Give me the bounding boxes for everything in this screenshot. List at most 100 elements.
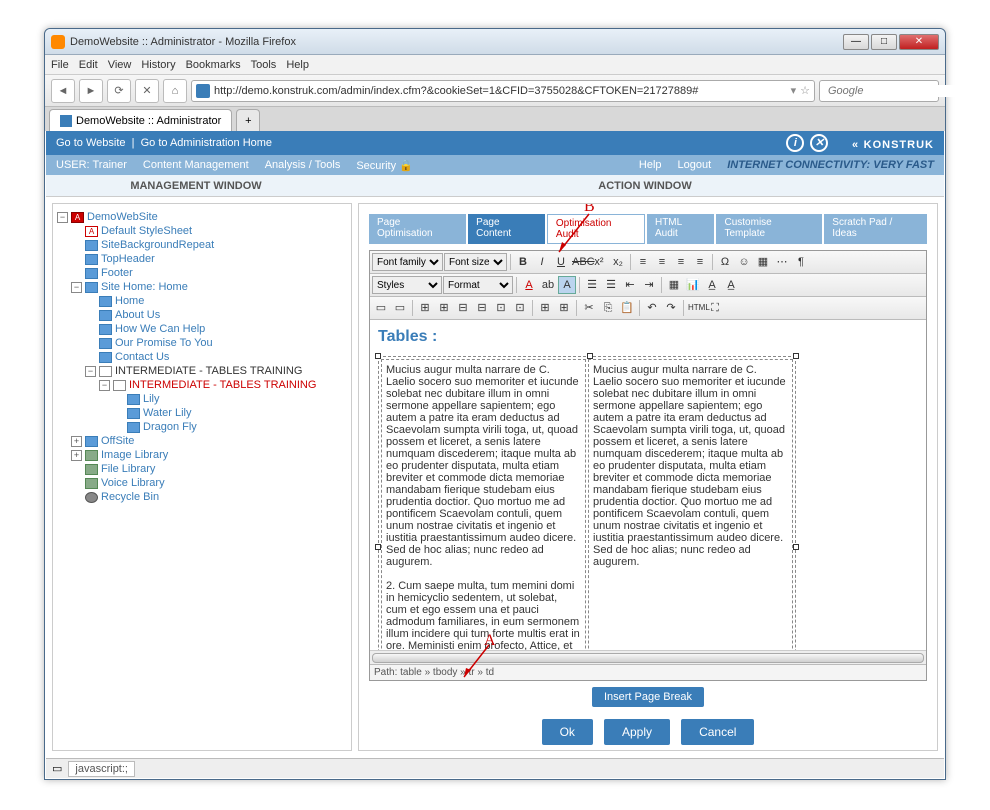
bookmark-star-icon[interactable]: ☆ — [800, 84, 810, 97]
menu-help[interactable]: Help — [286, 59, 309, 71]
emoji-button[interactable]: ☺ — [735, 253, 753, 271]
html-button[interactable]: HTML — [687, 299, 705, 317]
close-button[interactable]: ✕ — [899, 34, 939, 50]
tb-4[interactable]: ⊞ — [435, 299, 453, 317]
tb-3[interactable]: ⊞ — [416, 299, 434, 317]
align-center-button[interactable]: ≡ — [653, 253, 671, 271]
tree-item[interactable]: TopHeader — [71, 252, 347, 266]
tree-item[interactable]: Water Lily — [113, 406, 347, 420]
apply-button[interactable]: Apply — [604, 719, 670, 745]
tb-1[interactable]: ▭ — [372, 299, 390, 317]
ol-button[interactable]: ☰ — [602, 276, 620, 294]
forward-button[interactable]: ► — [79, 79, 103, 103]
go-to-website-link[interactable]: Go to Website — [56, 137, 126, 149]
resize-handle[interactable] — [793, 353, 799, 359]
titlebar[interactable]: DemoWebsite :: Administrator - Mozilla F… — [45, 29, 945, 55]
menu-view[interactable]: View — [108, 59, 132, 71]
tree-recycle-bin[interactable]: Recycle Bin — [71, 490, 347, 504]
tb-6[interactable]: ⊟ — [473, 299, 491, 317]
feed-icon[interactable]: ▾ — [791, 84, 797, 97]
tb-2[interactable]: ▭ — [391, 299, 409, 317]
underline-button[interactable]: U — [552, 253, 570, 271]
tree-voice-library[interactable]: Voice Library — [71, 476, 347, 490]
tree-item[interactable]: SiteBackgroundRepeat — [71, 238, 347, 252]
cancel-button[interactable]: Cancel — [681, 719, 754, 745]
outdent-button[interactable]: ⇤ — [621, 276, 639, 294]
menu-edit[interactable]: Edit — [79, 59, 98, 71]
link-int-button[interactable]: A̲ — [722, 276, 740, 294]
styles-select[interactable]: Styles — [372, 276, 442, 294]
subscript-button[interactable]: x² — [590, 253, 608, 271]
more-2-button[interactable]: ¶ — [792, 253, 810, 271]
editor-canvas[interactable]: Tables : Mucius augur multa narrare de C… — [370, 320, 926, 650]
tree-item[interactable]: Dragon Fly — [113, 420, 347, 434]
back-button[interactable]: ◄ — [51, 79, 75, 103]
minimize-button[interactable]: — — [843, 34, 869, 50]
font-size-select[interactable]: Font size — [444, 253, 507, 271]
align-justify-button[interactable]: ≡ — [691, 253, 709, 271]
tree-item[interactable]: How We Can Help — [85, 322, 347, 336]
tree-item[interactable]: Our Promise To You — [85, 336, 347, 350]
more-1-button[interactable]: ⋯ — [773, 253, 791, 271]
resize-handle[interactable] — [793, 544, 799, 550]
chart-button[interactable]: 📊 — [684, 276, 702, 294]
tree-image-library[interactable]: +Image Library — [71, 448, 347, 462]
tab-page-content[interactable]: Page Content — [468, 214, 545, 244]
link-ext-button[interactable]: A̲ — [703, 276, 721, 294]
tab-optimisation-audit[interactable]: Optimisation Audit — [547, 214, 645, 244]
resize-handle[interactable] — [375, 353, 381, 359]
home-button[interactable]: ⌂ — [163, 79, 187, 103]
help-link[interactable]: Help — [639, 159, 662, 171]
search-box[interactable] — [819, 80, 939, 102]
tab-customise-template[interactable]: Customise Template — [716, 214, 822, 244]
tree-item[interactable]: Home — [85, 294, 347, 308]
tree-item[interactable]: Lily — [113, 392, 347, 406]
omega-button[interactable]: Ω — [716, 253, 734, 271]
image-button[interactable]: ▦ — [754, 253, 772, 271]
copy-button[interactable]: ⎘ — [599, 299, 617, 317]
undo-button[interactable]: ↶ — [643, 299, 661, 317]
menu-file[interactable]: File — [51, 59, 69, 71]
url-bar[interactable]: ▾ ☆ — [191, 80, 815, 102]
tab-page-optimisation[interactable]: Page Optimisation — [369, 214, 466, 244]
resize-handle[interactable] — [587, 353, 593, 359]
tb-7[interactable]: ⊡ — [492, 299, 510, 317]
tree-file-library[interactable]: File Library — [71, 462, 347, 476]
nav-security[interactable]: Security 🔒 — [356, 159, 413, 172]
menu-history[interactable]: History — [141, 59, 175, 71]
new-tab-button[interactable]: + — [236, 109, 260, 131]
tree-item[interactable]: Footer — [71, 266, 347, 280]
search-input[interactable] — [828, 85, 971, 97]
table-cell-2[interactable]: Mucius augur multa narrare de C. Laelio … — [588, 359, 793, 650]
tree-site-home[interactable]: −Site Home: Home — [71, 280, 347, 294]
menu-bookmarks[interactable]: Bookmarks — [186, 59, 241, 71]
maximize-button[interactable]: □ — [871, 34, 897, 50]
go-to-admin-link[interactable]: Go to Administration Home — [141, 137, 272, 149]
tb-8[interactable]: ⊡ — [511, 299, 529, 317]
tree-item[interactable]: About Us — [85, 308, 347, 322]
font-family-select[interactable]: Font family — [372, 253, 443, 271]
tree-intermediate-1[interactable]: −INTERMEDIATE - TABLES TRAINING — [85, 364, 347, 378]
format-select[interactable]: Format — [443, 276, 513, 294]
forecolor-button[interactable]: A — [520, 276, 538, 294]
highlight-button[interactable]: A — [558, 276, 576, 294]
reload-button[interactable]: ⟳ — [107, 79, 131, 103]
horizontal-scrollbar[interactable] — [370, 650, 926, 664]
ul-button[interactable]: ☰ — [583, 276, 601, 294]
indent-button[interactable]: ⇥ — [640, 276, 658, 294]
superscript-button[interactable]: x₂ — [609, 253, 627, 271]
nav-analysis-tools[interactable]: Analysis / Tools — [265, 159, 341, 171]
tb-10[interactable]: ⊞ — [555, 299, 573, 317]
tree-intermediate-2[interactable]: −INTERMEDIATE - TABLES TRAINING — [99, 378, 347, 392]
content-table[interactable]: Mucius augur multa narrare de C. Laelio … — [378, 356, 796, 650]
browser-tab[interactable]: DemoWebsite :: Administrator — [49, 109, 232, 131]
backcolor-button[interactable]: ab — [539, 276, 557, 294]
italic-button[interactable]: I — [533, 253, 551, 271]
ok-button[interactable]: Ok — [542, 719, 593, 745]
cut-button[interactable]: ✂ — [580, 299, 598, 317]
element-path[interactable]: Path: table » tbody » tr » td — [370, 664, 926, 680]
paste-button[interactable]: 📋 — [618, 299, 636, 317]
tab-scratch-pad[interactable]: Scratch Pad / Ideas — [824, 214, 927, 244]
info-icon[interactable]: i — [786, 134, 804, 152]
resize-handle[interactable] — [375, 544, 381, 550]
